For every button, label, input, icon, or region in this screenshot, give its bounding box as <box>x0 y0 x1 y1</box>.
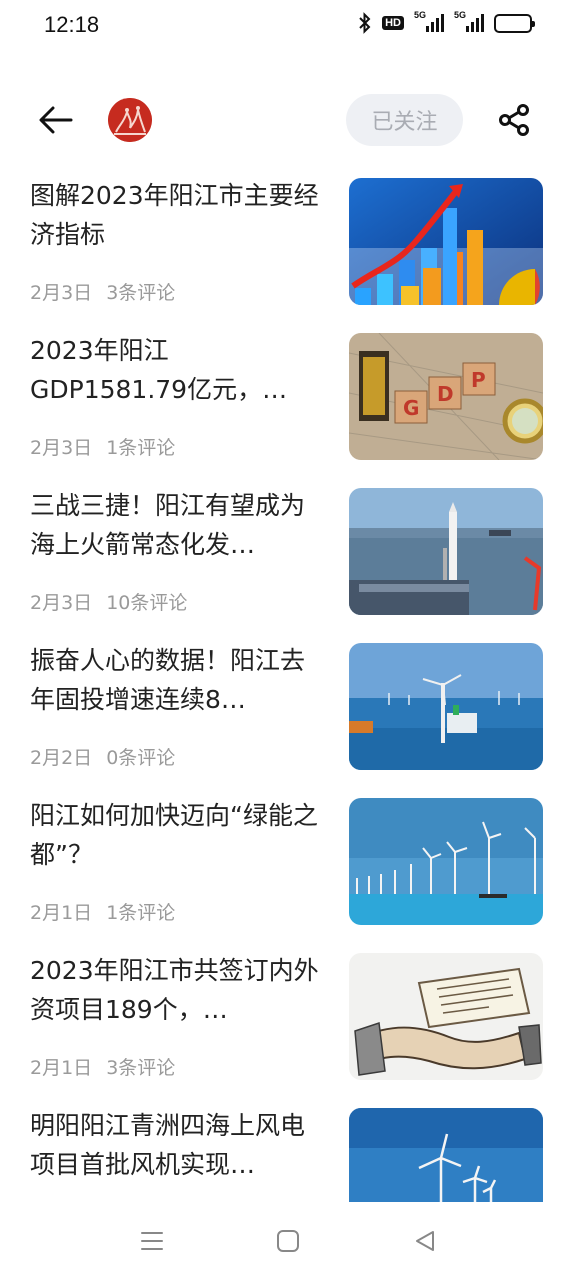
news-meta: 2月3日 10条评论 <box>30 588 187 615</box>
svg-text:D: D <box>437 382 454 406</box>
news-item[interactable]: 三战三捷！阳江有望成为海上火箭常态化发… 2月3日 10条评论 <box>0 480 572 635</box>
news-thumbnail <box>349 953 543 1080</box>
news-meta: 2月3日 3条评论 <box>30 278 175 305</box>
news-title: 2023年阳江GDP1581.79亿元，… <box>30 336 288 404</box>
news-item[interactable]: 明阳阳江青洲四海上风电项目首批风机实现… <box>0 1100 572 1202</box>
wind-farm-image <box>349 798 543 925</box>
news-date: 2月3日 <box>30 282 93 304</box>
news-meta: 2月2日 0条评论 <box>30 743 175 770</box>
news-item[interactable]: 图解2023年阳江市主要经济指标 2月3日 3条评论 <box>0 170 572 325</box>
home-square-icon <box>277 1230 299 1252</box>
news-meta: 2月1日 3条评论 <box>30 1053 175 1080</box>
news-thumbnail <box>349 178 543 305</box>
gdp-blocks-image: GDP <box>349 333 543 460</box>
news-title: 图解2023年阳江市主要经济指标 <box>30 181 319 249</box>
news-thumbnail <box>349 488 543 615</box>
signal-5g-icon: 5G <box>454 10 484 34</box>
back-button[interactable] <box>34 98 78 142</box>
news-comments: 3条评论 <box>106 1057 176 1079</box>
news-date: 2月3日 <box>30 592 93 614</box>
news-list[interactable]: 图解2023年阳江市主要经济指标 2月3日 3条评论 2023年阳江GDP158… <box>0 170 572 1202</box>
news-item[interactable]: 2023年阳江市共签订内外资项目189个，… 2月1日 3条评论 <box>0 945 572 1100</box>
news-title: 2023年阳江市共签订内外资项目189个，… <box>30 956 319 1024</box>
news-comments: 0条评论 <box>106 747 176 769</box>
recents-button[interactable] <box>137 1226 167 1256</box>
news-title: 明阳阳江青洲四海上风电项目首批风机实现… <box>30 1111 306 1179</box>
status-time: 12:18 <box>44 12 100 37</box>
wind-turbine-sky-image <box>349 1108 543 1202</box>
bluetooth-icon <box>358 12 372 34</box>
share-button[interactable] <box>494 100 534 140</box>
news-title: 振奋人心的数据！阳江去年固投增速连续8… <box>30 646 306 714</box>
news-thumbnail <box>349 1108 543 1202</box>
back-triangle-icon <box>416 1231 434 1251</box>
news-thumbnail: GDP <box>349 333 543 460</box>
system-nav-bar <box>0 1202 572 1280</box>
status-bar: 12:18 HD 5G 5G <box>0 0 572 52</box>
logo-icon <box>108 98 152 142</box>
news-meta: 2月1日 1条评论 <box>30 898 175 925</box>
news-comments: 1条评论 <box>106 437 176 459</box>
follow-button[interactable]: 已关注 <box>346 94 463 146</box>
menu-icon <box>141 1232 163 1250</box>
battery-icon <box>494 13 535 33</box>
svg-text:P: P <box>471 368 486 392</box>
handshake-contract-image <box>349 953 543 1080</box>
news-thumbnail <box>349 643 543 770</box>
share-icon <box>499 104 529 136</box>
news-meta: 2月3日 1条评论 <box>30 433 175 460</box>
news-date: 2月2日 <box>30 747 93 769</box>
status-icons: HD 5G 5G <box>358 10 535 34</box>
news-comments: 3条评论 <box>106 282 176 304</box>
offshore-wind-platform-image <box>349 643 543 770</box>
back-nav-button[interactable] <box>410 1226 440 1256</box>
news-date: 2月3日 <box>30 437 93 459</box>
news-title: 三战三捷！阳江有望成为海上火箭常态化发… <box>30 491 306 559</box>
svg-text:G: G <box>403 396 419 420</box>
news-item[interactable]: 阳江如何加快迈向“绿能之都”？ 2月1日 1条评论 <box>0 790 572 945</box>
home-button[interactable] <box>273 1226 303 1256</box>
news-thumbnail <box>349 798 543 925</box>
news-comments: 1条评论 <box>106 902 176 924</box>
signal-5g-icon: 5G <box>414 10 444 34</box>
news-item[interactable]: 2023年阳江GDP1581.79亿元，… 2月3日 1条评论 GDP <box>0 325 572 480</box>
news-date: 2月1日 <box>30 902 93 924</box>
news-item[interactable]: 振奋人心的数据！阳江去年固投增速连续8… 2月2日 0条评论 <box>0 635 572 790</box>
avatar[interactable] <box>108 98 152 142</box>
rocket-at-sea-image <box>349 488 543 615</box>
news-comments: 10条评论 <box>106 592 188 614</box>
hd-icon: HD <box>382 16 404 30</box>
news-date: 2月1日 <box>30 1057 93 1079</box>
header: 已关注 <box>0 90 572 150</box>
arrow-left-icon <box>39 106 73 134</box>
news-title: 阳江如何加快迈向“绿能之都”？ <box>30 801 318 869</box>
chart-graphic-image <box>349 178 543 305</box>
